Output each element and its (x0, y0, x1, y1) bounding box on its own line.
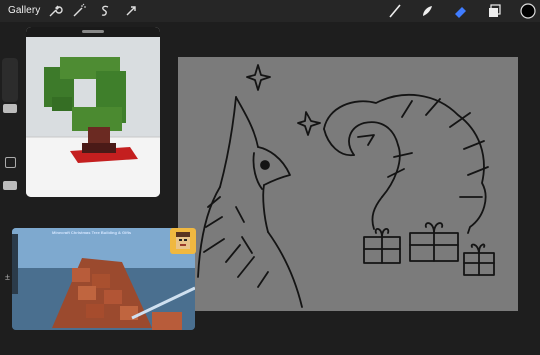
move-arrow-icon[interactable] (122, 2, 140, 20)
channel-avatar (170, 228, 196, 254)
sketch-drawing (197, 64, 495, 308)
color-swatch[interactable] (519, 2, 537, 20)
reference-image-panel[interactable] (26, 27, 160, 197)
reference-video-panel[interactable]: Minecraft Christmas Tree Building & Gift… (12, 228, 195, 330)
opacity-knob[interactable] (3, 181, 17, 190)
selection-s-icon[interactable] (96, 2, 114, 20)
tree-render-image (26, 37, 160, 197)
plus-icon[interactable]: ± (5, 272, 10, 282)
brush-size-knob[interactable] (3, 104, 17, 113)
video-title: Minecraft Christmas Tree Building & Gift… (52, 230, 132, 235)
gallery-button[interactable]: Gallery (8, 5, 40, 16)
modify-button[interactable] (5, 157, 16, 168)
layers-icon[interactable] (486, 2, 504, 20)
smudge-icon[interactable] (418, 2, 436, 20)
brush-size-slider[interactable] (2, 58, 18, 102)
wrench-icon[interactable] (46, 2, 64, 20)
magic-wand-icon[interactable] (70, 2, 88, 20)
top-toolbar: Gallery (0, 0, 540, 22)
minecraft-scene-image (12, 228, 195, 330)
brush-icon[interactable] (386, 2, 404, 20)
eraser-icon[interactable] (452, 2, 470, 20)
drawing-canvas[interactable] (178, 57, 518, 311)
